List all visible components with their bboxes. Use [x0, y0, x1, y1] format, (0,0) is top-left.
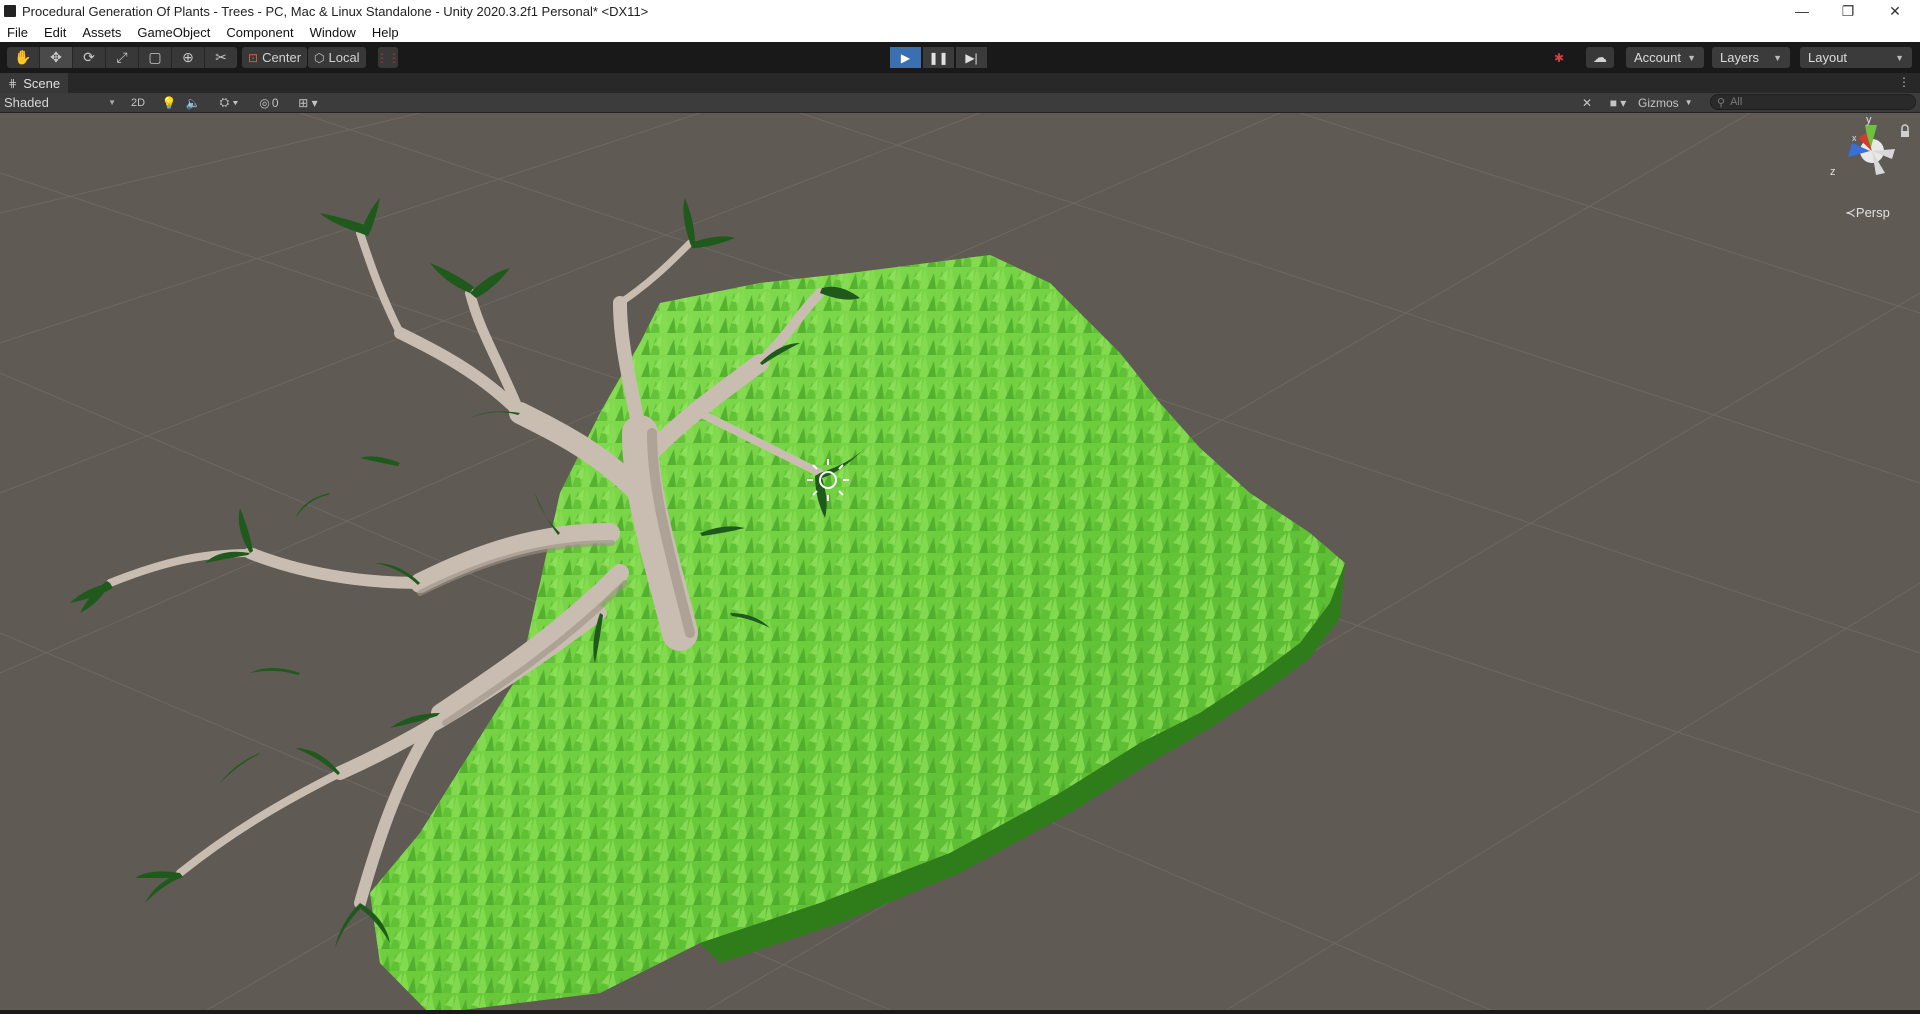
scene-grid-icon: ⋕ — [8, 77, 18, 90]
audio-icon[interactable]: 🔈 — [184, 93, 202, 112]
gizmo-z-label: z — [1830, 166, 1836, 178]
lighting-icon[interactable]: 💡 — [160, 93, 178, 112]
pivot-mode-toggle[interactable]: ⊡ Center — [242, 47, 308, 68]
pivot-mode-label: Center — [262, 50, 302, 65]
scale-tool-icon[interactable]: ⤢ — [106, 47, 139, 68]
unity-logo-icon — [4, 5, 16, 17]
grid-toggle-icon[interactable]: ⊞ ▾ — [290, 93, 326, 112]
lock-icon[interactable] — [1901, 124, 1909, 137]
custom-tool-icon[interactable]: ✂ — [205, 47, 237, 68]
grid-snap-icon: ⋮⋮ — [376, 50, 400, 65]
layers-dropdown[interactable]: Layers ▼ — [1712, 47, 1790, 68]
projection-label: Persp — [1855, 205, 1890, 220]
mode-2d-button[interactable]: 2D — [126, 93, 150, 112]
account-dropdown[interactable]: Account ▼ — [1626, 47, 1704, 68]
status-strip — [0, 1010, 1920, 1014]
chevron-down-icon: ▼ — [1895, 52, 1904, 63]
hidden-objects-toggle[interactable]: ◎ 0 — [254, 93, 284, 112]
window-tab-bar: ⋕ Scene ⋮ — [0, 73, 1920, 93]
menu-help[interactable]: Help — [364, 25, 407, 40]
close-button[interactable]: ✕ — [1872, 0, 1918, 22]
account-label: Account — [1634, 50, 1681, 65]
scene-search-input[interactable]: ⚲ All — [1710, 94, 1916, 110]
collab-button[interactable]: ✱ — [1548, 47, 1570, 68]
minimize-button[interactable]: — — [1779, 0, 1825, 22]
orientation-gizmo[interactable]: y z x — [1830, 114, 1895, 178]
menu-edit[interactable]: Edit — [36, 25, 74, 40]
scene-toolbar: Shaded ▼ 2D 💡 🔈 ⛭ ▾ ◎ 0 ⊞ ▾ ✕ ■ ▾ Gizmos… — [0, 93, 1920, 113]
tab-scene[interactable]: ⋕ Scene — [0, 73, 69, 93]
chevron-down-icon: ▼ — [108, 98, 116, 107]
menu-gameobject[interactable]: GameObject — [129, 25, 218, 40]
scene-viewport[interactable]: y z x ≺Persp — [0, 113, 1920, 1014]
pivot-rotation-label: Local — [328, 50, 360, 65]
cloud-icon: ☁ — [1593, 49, 1607, 65]
window-title: Procedural Generation Of Plants - Trees … — [22, 3, 649, 19]
collab-icon: ✱ — [1553, 50, 1565, 65]
layout-label: Layout — [1808, 50, 1848, 65]
main-toolbar: ✋ ✥ ⟳ ⤢ ▢ ⊕ ✂ ⊡ Center ⬡ Local ⋮⋮ ▶ ❚❚ ▶… — [0, 42, 1920, 73]
menu-bar: File Edit Assets GameObject Component Wi… — [0, 22, 1920, 42]
gizmos-dropdown[interactable]: Gizmos ▼ — [1638, 93, 1704, 112]
move-tool-icon[interactable]: ✥ — [40, 47, 73, 68]
pivot-rotation-toggle[interactable]: ⬡ Local — [308, 47, 366, 68]
transform-tools: ✋ ✥ ⟳ ⤢ ▢ ⊕ ✂ — [7, 47, 237, 68]
play-button[interactable]: ▶ — [890, 47, 921, 68]
chevron-down-icon: ▼ — [1687, 52, 1696, 63]
scene-render: y z x — [0, 113, 1920, 1014]
tab-menu-icon[interactable]: ⋮ — [1898, 75, 1910, 89]
eye-slash-icon: ◎ — [259, 95, 270, 110]
menu-component[interactable]: Component — [218, 25, 301, 40]
gizmos-label: Gizmos — [1638, 95, 1679, 110]
layout-dropdown[interactable]: Layout ▼ — [1800, 47, 1912, 68]
gizmo-x-label: x — [1852, 133, 1857, 143]
title-bar: Procedural Generation Of Plants - Trees … — [0, 0, 1920, 22]
cloud-button[interactable]: ☁ — [1586, 47, 1614, 68]
camera-settings-icon[interactable]: ■ ▾ — [1604, 93, 1632, 112]
projection-toggle[interactable]: ≺Persp — [1845, 205, 1890, 221]
play-controls: ▶ ❚❚ ▶| — [890, 47, 989, 68]
tools-icon[interactable]: ✕ — [1578, 93, 1596, 112]
local-cube-icon: ⬡ — [314, 50, 325, 65]
menu-file[interactable]: File — [0, 25, 36, 40]
pivot-center-icon: ⊡ — [248, 50, 259, 65]
hand-tool-icon[interactable]: ✋ — [7, 47, 40, 68]
grid-snap-button[interactable]: ⋮⋮ — [376, 47, 400, 68]
tab-scene-label: Scene — [23, 75, 61, 91]
step-button[interactable]: ▶| — [956, 47, 987, 68]
search-placeholder: All — [1730, 96, 1743, 108]
transform-tool-icon[interactable]: ⊕ — [172, 47, 205, 68]
rotate-tool-icon[interactable]: ⟳ — [73, 47, 106, 68]
hidden-count: 0 — [271, 95, 279, 110]
chevron-down-icon: ▼ — [1773, 52, 1782, 63]
menu-assets[interactable]: Assets — [74, 25, 129, 40]
rect-tool-icon[interactable]: ▢ — [139, 47, 172, 68]
grass-patch — [370, 255, 1345, 1014]
chevron-down-icon: ▼ — [1684, 98, 1693, 107]
gizmo-y-label: y — [1866, 114, 1872, 126]
persp-arrow-icon: ≺ — [1845, 205, 1856, 220]
maximize-button[interactable]: ❐ — [1825, 0, 1871, 22]
draw-mode-label: Shaded — [4, 95, 49, 110]
layers-label: Layers — [1720, 50, 1760, 65]
search-icon: ⚲ — [1717, 96, 1726, 109]
effects-icon[interactable]: ⛭ ▾ — [214, 93, 244, 112]
draw-mode-dropdown[interactable]: Shaded ▼ — [0, 94, 120, 111]
pause-button[interactable]: ❚❚ — [923, 47, 954, 68]
menu-window[interactable]: Window — [302, 25, 364, 40]
